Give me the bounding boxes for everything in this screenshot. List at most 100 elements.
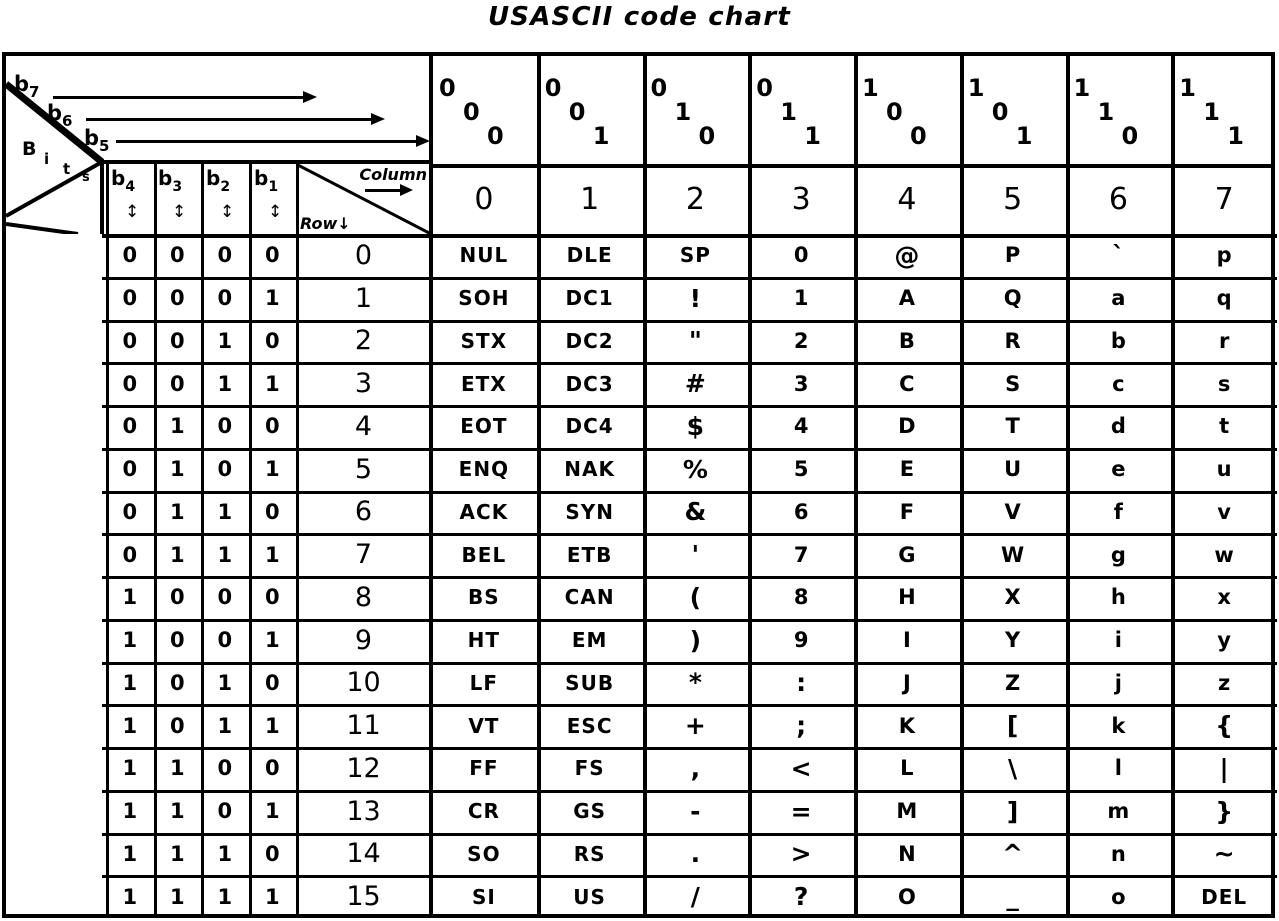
row-1-bit-b2: 0 <box>217 286 233 311</box>
row-12-bit-b1: 0 <box>264 756 280 781</box>
column-bit-pattern-2: 010 <box>643 56 749 164</box>
cell-col2-row10: * <box>688 668 702 698</box>
arrow-down-icon: ↕ <box>125 202 140 222</box>
cell-col3-row14: > <box>790 839 812 869</box>
grid-vline-data-6 <box>1065 56 1070 918</box>
row-10-bit-b3: 0 <box>169 670 185 695</box>
row-number-10: 10 <box>346 667 381 699</box>
cell-col7-row10: z <box>1218 670 1231 695</box>
row-13-bit-b3: 1 <box>169 799 185 824</box>
cell-col0-row6: ACK <box>459 499 509 524</box>
cell-col3-row15: ? <box>793 882 809 912</box>
cell-col7-row12: | <box>1219 753 1229 783</box>
cell-col3-row3: 3 <box>793 371 809 396</box>
row-14-bit-b4: 1 <box>122 841 138 866</box>
column-bit-2-7: 0 <box>650 74 668 102</box>
row-3-bit-b3: 0 <box>169 371 185 396</box>
row-1-bit-b4: 0 <box>122 286 138 311</box>
cell-col0-row2: STX <box>460 328 508 353</box>
cell-col4-row5: E <box>899 457 915 482</box>
arrow-right-icon <box>416 135 430 147</box>
row-12-bit-b3: 1 <box>169 756 185 781</box>
cell-col1-row12: FS <box>574 756 605 781</box>
row-number-11: 11 <box>346 710 381 742</box>
cell-col7-row13: } <box>1215 796 1234 826</box>
column-bit-3-7: 0 <box>756 74 773 102</box>
cell-col0-row3: ETX <box>461 371 507 396</box>
cell-col0-row14: SO <box>467 841 501 866</box>
row-6-bit-b4: 0 <box>122 499 138 524</box>
cell-col7-row0: p <box>1216 243 1232 268</box>
row-10-bit-b2: 1 <box>217 670 233 695</box>
cell-col6-row15: o <box>1111 884 1126 909</box>
bit-header-b2: b2 ↕ <box>201 164 248 234</box>
column-bit-6-5: 0 <box>1121 122 1139 150</box>
cell-col4-row1: A <box>898 286 915 311</box>
row-14-bit-b2: 1 <box>217 841 233 866</box>
row-5-bit-b2: 0 <box>217 457 233 482</box>
cell-col1-row9: EM <box>571 628 608 653</box>
grid-hline-row-1 <box>102 276 1277 280</box>
row-number-15: 15 <box>346 881 381 913</box>
row-11-bit-b3: 0 <box>169 713 185 738</box>
row-2-bit-b2: 1 <box>217 328 233 353</box>
row-5-bit-b4: 0 <box>122 457 138 482</box>
cell-col6-row9: i <box>1114 628 1122 653</box>
row-12-bit-b2: 0 <box>217 756 233 781</box>
row-7-bit-b2: 1 <box>217 542 233 567</box>
column-bit-1-7: 0 <box>544 74 562 102</box>
arrow-right-icon <box>371 113 385 125</box>
cell-col1-row3: DC3 <box>565 371 614 396</box>
ascii-code-table: b7 b6 b5 B i t s b4 ↕ b3 ↕ b2 ↕ b1 ↕ Col… <box>2 52 1277 918</box>
b6-arrow-line <box>86 113 385 125</box>
cell-col2-row7: ' <box>691 540 700 570</box>
column-bit-3-5: 1 <box>804 122 821 150</box>
column-legend-label: Column <box>359 165 427 184</box>
b7-arrow-line <box>53 91 317 103</box>
row-number-2: 2 <box>354 325 373 357</box>
cell-col2-row6: & <box>684 497 707 527</box>
cell-col5-row4: T <box>1005 414 1020 439</box>
cell-col5-row5: U <box>1004 457 1022 482</box>
row-10-bit-b4: 1 <box>122 670 138 695</box>
cell-col5-row3: S <box>1005 371 1021 396</box>
grid-hline-row-8 <box>102 576 1277 579</box>
column-bit-0-6: 0 <box>463 98 480 126</box>
row-11-bit-b1: 1 <box>264 713 280 738</box>
cell-col3-row10: : <box>796 668 807 698</box>
cell-col3-row5: 5 <box>793 457 809 482</box>
cell-col6-row1: a <box>1111 286 1126 311</box>
grid-vline-data-5 <box>959 56 964 918</box>
row-4-bit-b1: 0 <box>264 414 280 439</box>
row-11-bit-b2: 1 <box>217 713 233 738</box>
grid-hline-row-3 <box>102 362 1277 366</box>
cell-col2-row3: # <box>684 369 706 399</box>
cell-col0-row0: NUL <box>459 243 509 268</box>
bit-header-b4-label: b4 <box>111 166 136 195</box>
row-7-bit-b1: 1 <box>264 542 280 567</box>
cell-col1-row1: DC1 <box>565 286 614 311</box>
column-bit-3-6: 1 <box>780 98 797 126</box>
cell-col0-row15: SI <box>471 884 496 909</box>
row-13-bit-b4: 1 <box>122 799 138 824</box>
cell-col2-row12: , <box>690 753 701 783</box>
bit-header-b2-label: b2 <box>206 166 231 195</box>
row-number-7: 7 <box>354 539 373 571</box>
cell-col1-row8: CAN <box>564 585 615 610</box>
cell-col6-row0: ` <box>1112 240 1125 270</box>
cell-col4-row12: L <box>900 756 914 781</box>
row-number-9: 9 <box>354 624 373 656</box>
column-bit-2-5: 0 <box>698 122 716 150</box>
cell-col5-row15: _ <box>1006 882 1019 912</box>
column-bit-5-5: 1 <box>1015 122 1033 150</box>
cell-col4-row3: C <box>899 371 915 396</box>
cell-col5-row2: R <box>1004 328 1021 353</box>
cell-col6-row10: j <box>1114 670 1122 695</box>
row-number-4: 4 <box>354 410 373 442</box>
row-2-bit-b3: 0 <box>169 328 185 353</box>
column-bit-2-6: 1 <box>674 98 692 126</box>
row-2-bit-b4: 0 <box>122 328 138 353</box>
grid-hline-row-12 <box>102 747 1277 750</box>
row-14-bit-b3: 1 <box>169 841 185 866</box>
cell-col5-row10: Z <box>1005 670 1021 695</box>
